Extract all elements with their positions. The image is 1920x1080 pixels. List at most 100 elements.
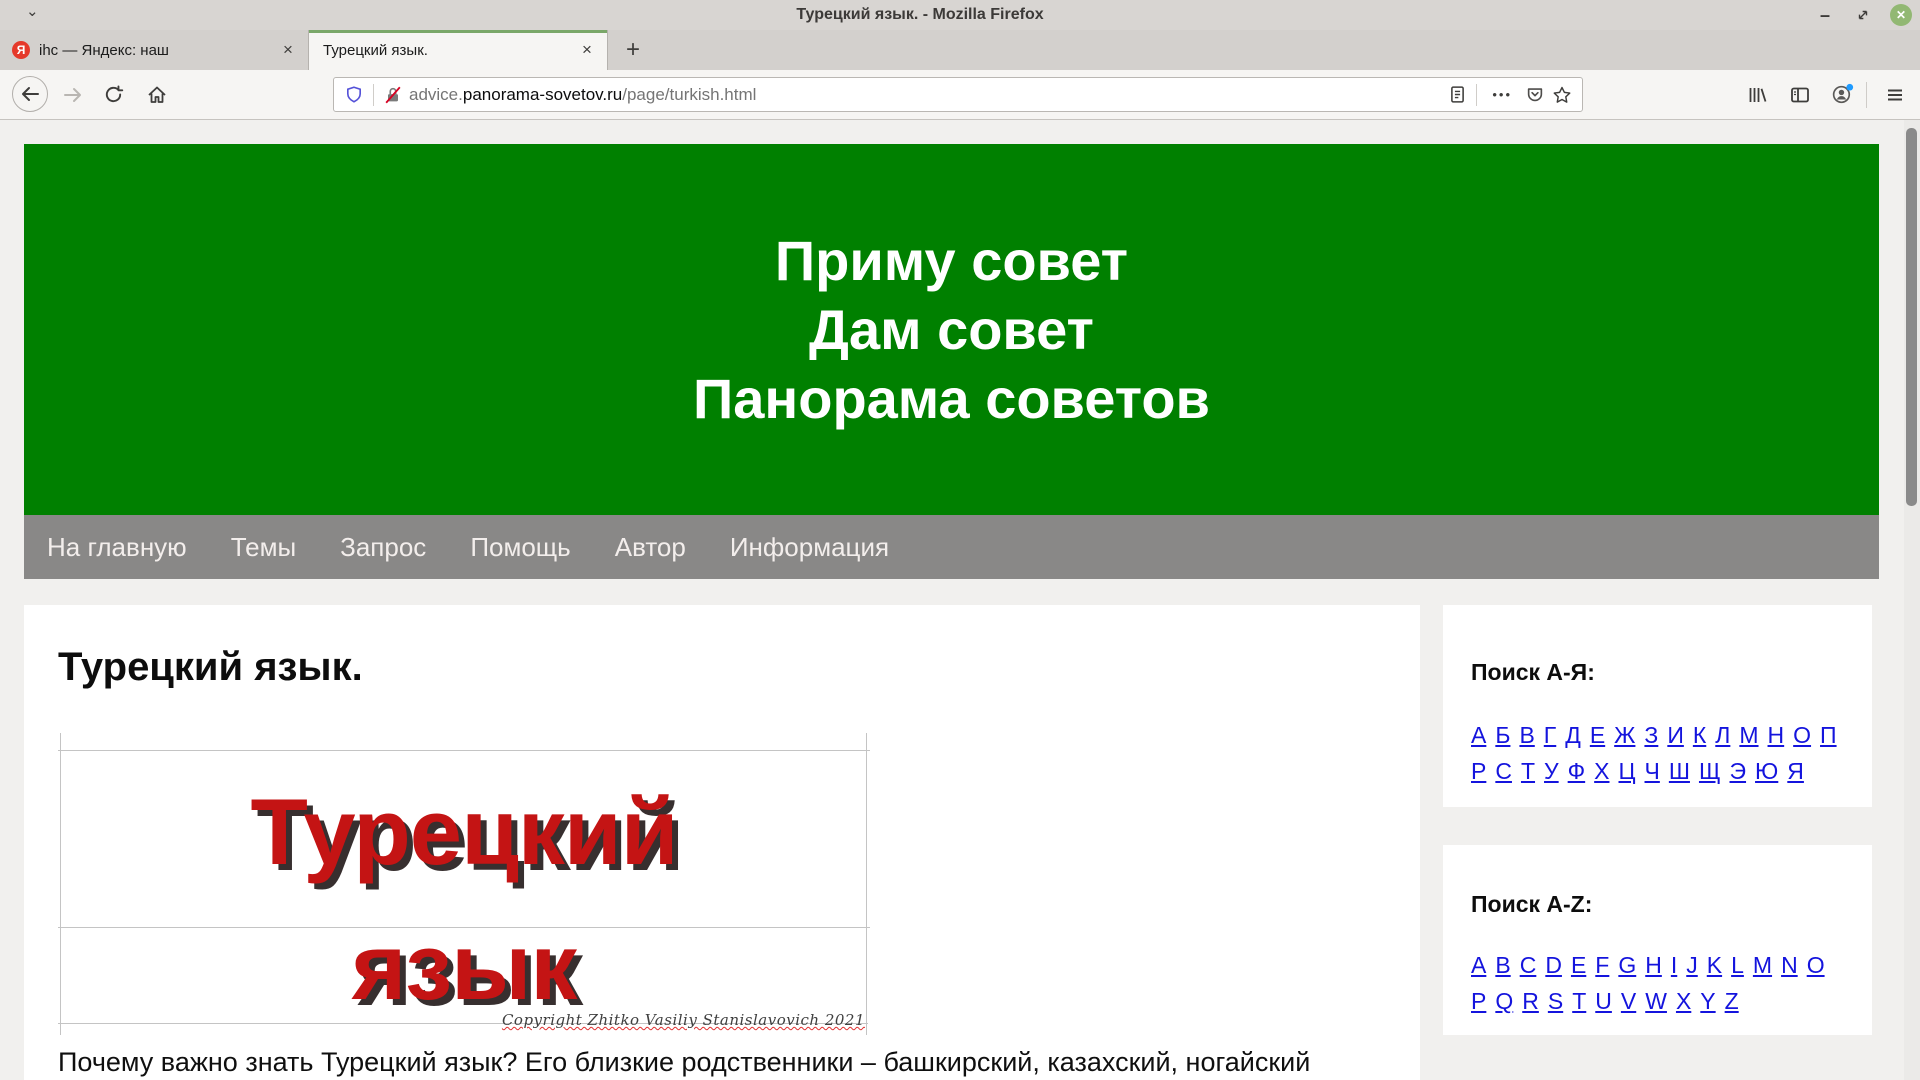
letter-link[interactable]: L [1731,952,1744,978]
page-viewport: Приму советДам советПанорама советов На … [0,120,1920,1080]
nav-item[interactable]: На главную [47,532,187,563]
letter-link[interactable]: И [1667,722,1684,748]
account-icon [1830,82,1855,107]
nav-item[interactable]: Темы [231,532,296,563]
insecure-lock-icon[interactable] [383,85,403,105]
nav-item[interactable]: Автор [615,532,686,563]
close-button[interactable]: ✕ [1890,4,1912,26]
bookmark-star-icon[interactable] [1552,85,1572,105]
home-button[interactable] [145,70,169,119]
letter-link[interactable]: Ч [1645,758,1660,784]
home-icon [146,84,168,106]
letter-link[interactable]: П [1820,722,1837,748]
letter-link[interactable]: T [1572,988,1586,1014]
site-nav: На главную Темы Запрос Помощь Автор Информаци… [24,515,1879,579]
letter-link[interactable]: О [1793,722,1811,748]
tab-strip: Я ihc — Яндекс: наш × Турецкий язык. × + [0,30,1920,70]
letter-link[interactable]: F [1595,952,1609,978]
letter-link[interactable]: М [1739,722,1758,748]
letter-link[interactable]: A [1471,952,1486,978]
letter-link[interactable]: К [1693,722,1706,748]
letter-link[interactable]: G [1618,952,1636,978]
letter-link[interactable]: V [1621,988,1636,1014]
tab-yandex[interactable]: Я ihc — Яндекс: наш × [0,30,308,70]
account-button[interactable] [1828,70,1856,119]
letter-link[interactable]: Ф [1568,758,1586,784]
letter-link[interactable]: Х [1594,758,1609,784]
letter-link[interactable]: Р [1471,758,1486,784]
library-button[interactable] [1744,70,1770,119]
letter-link[interactable]: I [1671,952,1677,978]
tracking-protection-shield-icon[interactable] [344,85,364,105]
back-button[interactable] [12,76,48,112]
letter-link[interactable]: Д [1565,722,1581,748]
letter-link[interactable]: R [1522,988,1539,1014]
scrollbar-track[interactable] [1904,120,1920,1080]
url-path: /page/turkish.html [622,85,756,104]
tab-close-icon[interactable]: × [276,40,300,60]
letter-link[interactable]: Л [1715,722,1730,748]
image-gridline [58,750,870,751]
tab-close-icon[interactable]: × [575,40,599,60]
letter-link[interactable]: U [1595,988,1612,1014]
letter-link[interactable]: D [1545,952,1562,978]
tab-turkish-active[interactable]: Турецкий язык. × [308,30,608,70]
letter-link[interactable]: Ж [1614,722,1635,748]
letter-link[interactable]: E [1571,952,1586,978]
letter-link[interactable]: Q [1495,988,1513,1014]
sidebar-heading-latin: Поиск A-Z: [1471,891,1592,918]
new-tab-button[interactable]: + [616,30,650,70]
letter-link[interactable]: P [1471,988,1486,1014]
tab-yandex-label: ihc — Яндекс: наш [39,42,276,59]
letter-link[interactable]: Е [1590,722,1605,748]
letter-link[interactable]: Щ [1699,758,1721,784]
nav-item[interactable]: Запрос [340,532,426,563]
letter-link[interactable]: Н [1768,722,1785,748]
letter-link[interactable]: З [1644,722,1658,748]
reload-button[interactable] [101,70,125,119]
letter-link[interactable]: X [1676,988,1691,1014]
nav-item[interactable]: Помощь [470,532,570,563]
letter-link[interactable]: S [1548,988,1563,1014]
letter-link[interactable]: А [1471,722,1486,748]
letter-link[interactable]: Y [1700,988,1715,1014]
letter-link[interactable]: Ш [1669,758,1690,784]
letter-link[interactable]: Z [1725,988,1739,1014]
letter-link[interactable]: W [1645,988,1667,1014]
letter-link[interactable]: K [1707,952,1722,978]
page-actions-icon[interactable]: ••• [1492,87,1512,102]
letter-link[interactable]: B [1495,952,1510,978]
letter-link[interactable]: С [1495,758,1512,784]
menu-button[interactable] [1882,70,1908,119]
sidebar-panel-icon [1789,84,1811,106]
letter-link[interactable]: J [1686,952,1698,978]
pocket-icon[interactable] [1525,85,1545,105]
sidebar-heading-cyrillic: Поиск А-Я: [1471,659,1595,686]
letter-link[interactable]: Э [1730,758,1747,784]
url-bar[interactable]: advice.panorama-sovetov.ru/page/turkish.… [333,77,1583,112]
minimize-button[interactable]: – [1814,4,1836,26]
forward-button[interactable] [61,70,85,119]
urlbar-divider [373,84,374,106]
reader-view-icon[interactable] [1448,85,1467,104]
sidebars-button[interactable] [1787,70,1813,119]
letter-link[interactable]: M [1753,952,1772,978]
letter-link[interactable]: Ю [1755,758,1778,784]
letter-link[interactable]: У [1544,758,1559,784]
window-controls: – ✕ [1814,0,1912,30]
nav-item[interactable]: Информация [730,532,889,563]
scrollbar-thumb[interactable] [1906,128,1917,506]
letter-link[interactable]: Ц [1619,758,1636,784]
letter-link[interactable]: Б [1495,722,1510,748]
letter-link[interactable]: H [1645,952,1662,978]
restore-button[interactable] [1852,4,1874,26]
letter-link[interactable]: Я [1787,758,1804,784]
letter-link[interactable]: C [1520,952,1537,978]
letter-link[interactable]: O [1807,952,1825,978]
letter-link[interactable]: N [1781,952,1798,978]
url-domain: panorama-sovetov.ru [463,85,622,104]
letter-link[interactable]: Г [1544,722,1556,748]
letter-link[interactable]: В [1519,722,1534,748]
chevron-down-icon[interactable]: ⌄ [26,2,39,20]
letter-link[interactable]: Т [1521,758,1535,784]
